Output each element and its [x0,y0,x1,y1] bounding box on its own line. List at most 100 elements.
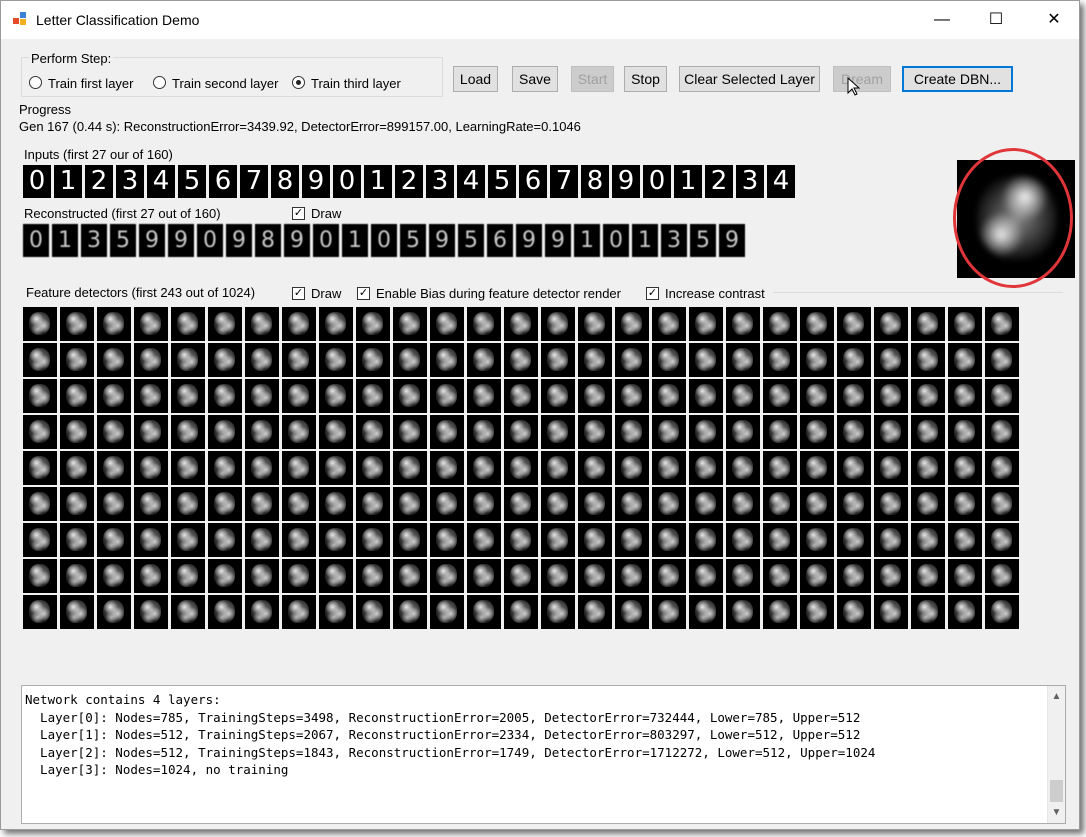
feature-detector-tile [134,415,168,449]
feature-detector-tile [985,595,1019,629]
feature-detector-tile [208,415,242,449]
feature-detector-tile [726,559,760,593]
feature-detector-tile [467,523,501,557]
feature-detector-tile [800,415,834,449]
feature-detector-tile [578,379,612,413]
feature-detector-tile [430,307,464,341]
feature-detector-tile [430,451,464,485]
feature-detector-tile [726,451,760,485]
inputs-strip: 0123456789012345678901234 [23,165,795,198]
feature-detector-tile [541,307,575,341]
log-scrollbar[interactable]: ▲ ▼ [1047,686,1065,823]
reconstructed-digit-tile: 5 [458,224,484,257]
reconstructed-digit-tile: 0 [197,224,223,257]
feature-detector-tile [541,595,575,629]
feature-detector-tile [467,487,501,521]
feature-detector-tile [393,343,427,377]
feature-detector-tile [208,451,242,485]
feature-detector-tile [393,559,427,593]
feature-detector-tile [615,595,649,629]
feature-detector-tile [208,307,242,341]
checkbox-box[interactable]: ✓ [357,287,370,300]
feature-detector-tile [356,343,390,377]
feature-detector-tile [837,451,871,485]
feature-detector-tile [726,523,760,557]
feature-detector-tile [652,487,686,521]
feature-detector-tile [356,523,390,557]
perform-step-legend: Perform Step: [29,51,114,66]
feature-detector-tile [911,595,945,629]
save-button[interactable]: Save [512,66,558,92]
radio-circle[interactable] [153,76,166,89]
feature-detector-tile [874,523,908,557]
minimize-icon[interactable]: — [913,1,971,39]
input-digit-tile: 8 [271,165,299,198]
reconstructed-digit-tile: 1 [342,224,368,257]
load-button[interactable]: Load [453,66,498,92]
feature-detector-tile [60,379,94,413]
feature-detector-tile [763,595,797,629]
close-icon[interactable]: ✕ [1025,1,1083,39]
feature-detector-tile [319,595,353,629]
feature-detector-tile [763,343,797,377]
feature-detector-tile [467,307,501,341]
maximize-icon[interactable]: ☐ [967,1,1025,39]
reconstructed-digit-tile: 9 [226,224,252,257]
reconstructed-digit-tile: 9 [545,224,571,257]
checkbox-box[interactable]: ✓ [646,287,659,300]
feature-detector-tile [60,451,94,485]
input-digit-tile: 5 [178,165,206,198]
feature-detector-tile [171,523,205,557]
feature-detector-tile [615,379,649,413]
dream-button[interactable]: Dream [833,66,891,92]
radio-circle[interactable] [29,76,42,89]
feature-detector-tile [282,595,316,629]
feature-detector-tile [356,559,390,593]
start-button[interactable]: Start [571,66,614,92]
feature-detector-tile [504,343,538,377]
feature-detector-tile [134,307,168,341]
feature-detector-tile [763,559,797,593]
app-icon [13,12,29,26]
feature-detector-tile [985,307,1019,341]
feature-detector-tile [504,595,538,629]
feature-detector-tile [578,559,612,593]
feature-detector-tile [800,487,834,521]
scroll-thumb[interactable] [1050,780,1063,802]
clear-selected-layer-button[interactable]: Clear Selected Layer [679,66,820,92]
radio-label: Train first layer [48,76,134,91]
feature-detector-tile [948,307,982,341]
reconstructed-digit-tile: 1 [632,224,658,257]
feature-detector-tile [652,343,686,377]
feature-detector-tile [319,307,353,341]
feature-detector-tile [541,379,575,413]
create-dbn-button[interactable]: Create DBN... [902,66,1013,92]
reconstructed-digit-tile: 5 [110,224,136,257]
feature-detector-tile [430,523,464,557]
feature-detector-tile [282,523,316,557]
radio-circle-selected[interactable] [292,76,305,89]
feature-detector-tile [763,523,797,557]
feature-detector-tile [985,523,1019,557]
feature-detector-tile [467,559,501,593]
feature-detector-tile [134,379,168,413]
feature-detector-tile [282,307,316,341]
scroll-down-icon[interactable]: ▼ [1048,804,1065,821]
feature-detector-tile [208,523,242,557]
feature-detector-tile [689,415,723,449]
scroll-up-icon[interactable]: ▲ [1048,688,1065,705]
checkbox-box[interactable]: ✓ [292,287,305,300]
feature-detector-tile [578,595,612,629]
feature-detector-tile [911,343,945,377]
feature-detector-tile [615,523,649,557]
feature-detector-tile [282,343,316,377]
stop-button[interactable]: Stop [624,66,667,92]
input-digit-tile: 7 [550,165,578,198]
feature-detector-tile [319,379,353,413]
reconstructed-digit-tile: 6 [487,224,513,257]
feature-detector-tile [652,415,686,449]
feature-detector-tile [911,307,945,341]
feature-detector-tile [245,487,279,521]
log-textbox[interactable]: Network contains 4 layers: Layer[0]: Nod… [21,685,1066,824]
checkbox-box[interactable]: ✓ [292,207,305,220]
